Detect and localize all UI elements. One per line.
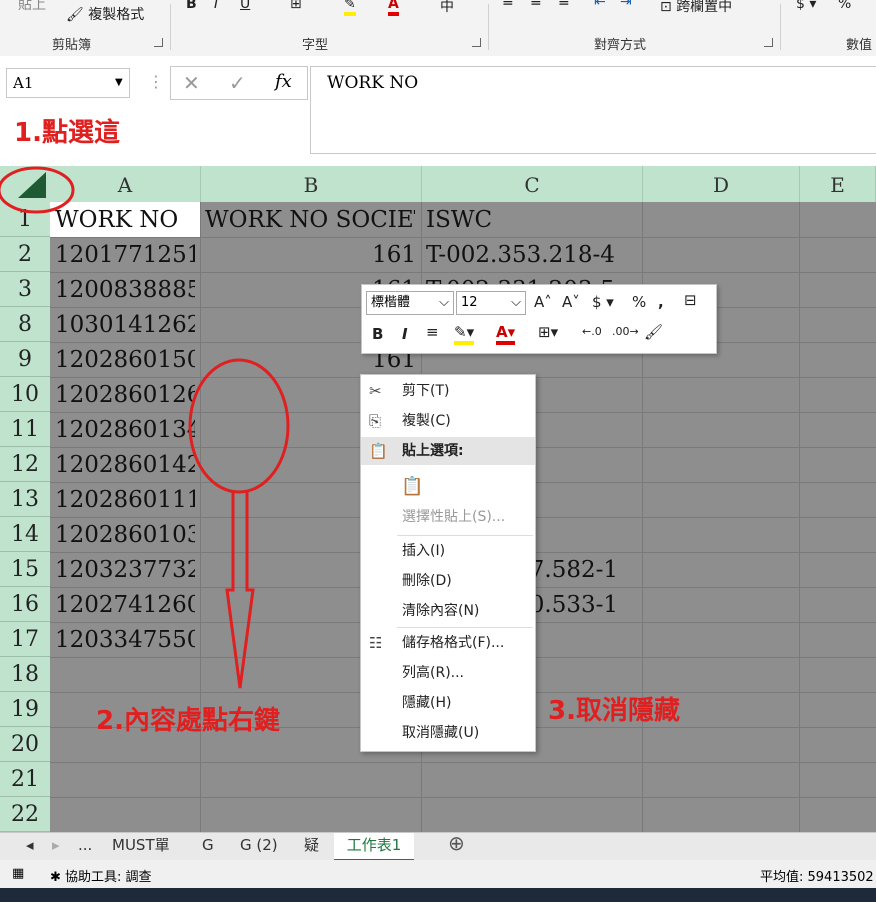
accessibility-status[interactable]: ✱ 協助工具: 調查 — [50, 866, 152, 885]
mini-toolbar: 標楷體 ⌵ 12 ⌵ A˄ A˅ $ ▾ % , ⊟ B I ≡ ✎▾ A▾ ⊞▾ … — [361, 284, 717, 354]
increase-decimal-icon[interactable]: ←.0 — [582, 325, 602, 338]
font-color-icon[interactable]: A▾ — [496, 323, 516, 345]
cell-mode-icon: ▦ — [12, 866, 25, 881]
shrink-font-icon[interactable]: A˅ — [562, 293, 580, 311]
menu-item-format-cells[interactable]: ☷ 儲存格格式(F)... — [361, 629, 535, 657]
menu-item-insert[interactable]: 插入(I) — [361, 537, 535, 565]
format-cells-icon: ☷ — [369, 634, 383, 652]
currency-icon[interactable]: $ ▾ — [592, 293, 614, 311]
accessibility-icon: ✱ — [50, 870, 61, 885]
menu-item-delete[interactable]: 刪除(D) — [361, 567, 535, 595]
italic-icon[interactable]: I — [402, 325, 408, 343]
chevron-down-icon: ⌵ — [511, 295, 521, 310]
context-menu: ✂ 剪下(T) ⎘ 複製(C) 📋 貼上選項: 📋 選擇性貼上(S)... 插入(I)… — [360, 374, 536, 752]
scroll-left-icon[interactable]: ◂ — [26, 833, 34, 859]
align-center-icon[interactable]: ≡ — [426, 323, 439, 341]
sheet-tab[interactable]: 疑 — [304, 833, 319, 859]
status-bar: ▦ ✱ 協助工具: 調查 平均值: 59413502 — [0, 860, 876, 888]
sheet-tab-bar: ◂ ▸ ... MUST單 G G (2) 疑 工作表1 ⊕ — [0, 831, 876, 862]
taskbar — [0, 888, 876, 902]
menu-item-paste-special[interactable]: 選擇性貼上(S)... — [361, 503, 535, 531]
annotation-step3: 3.取消隱藏 — [548, 696, 680, 726]
sheet-tab-active[interactable]: 工作表1 — [334, 833, 414, 862]
average-value: 平均值: 59413502 — [760, 870, 874, 885]
format-painter-icon[interactable]: 🖌 — [644, 323, 663, 341]
decrease-decimal-icon[interactable]: .00→ — [612, 325, 639, 338]
comma-icon[interactable]: , — [658, 293, 664, 311]
scissors-icon: ✂ — [369, 382, 382, 400]
scroll-right-icon[interactable]: ▸ — [52, 833, 60, 859]
paste-icon: 📋 — [401, 476, 424, 497]
sheet-tab[interactable]: G (2) — [240, 833, 278, 859]
sheet-tab[interactable]: ... — [78, 833, 92, 859]
menu-item-clear-contents[interactable]: 清除內容(N) — [361, 597, 535, 625]
annotation-step1: 1.點選這 — [14, 118, 120, 148]
menu-item-copy[interactable]: ⎘ 複製(C) — [361, 407, 535, 435]
fill-color-icon[interactable]: ✎▾ — [454, 323, 475, 345]
menu-item-unhide[interactable]: 取消隱藏(U) — [361, 719, 535, 747]
menu-item-row-height[interactable]: 列高(R)... — [361, 659, 535, 687]
paste-option[interactable]: 📋 — [361, 469, 535, 503]
bold-icon[interactable]: B — [372, 325, 383, 343]
wrap-text-icon[interactable]: ⊟ — [684, 291, 697, 309]
grow-font-icon[interactable]: A˄ — [534, 293, 552, 311]
percent-icon[interactable]: % — [632, 293, 646, 311]
add-sheet-icon[interactable]: ⊕ — [448, 831, 465, 857]
paste-options-header: 📋 貼上選項: — [361, 437, 535, 465]
menu-item-hide[interactable]: 隱藏(H) — [361, 689, 535, 717]
font-size-select[interactable]: 12 ⌵ — [456, 291, 526, 315]
menu-item-cut[interactable]: ✂ 剪下(T) — [361, 377, 535, 405]
annotation-step2: 2.內容處點右鍵 — [96, 706, 280, 736]
sheet-tab[interactable]: G — [202, 833, 214, 859]
clipboard-icon: 📋 — [369, 442, 388, 460]
border-icon[interactable]: ⊞▾ — [538, 323, 558, 341]
font-select[interactable]: 標楷體 ⌵ — [366, 291, 454, 315]
chevron-down-icon: ⌵ — [439, 295, 449, 310]
copy-icon: ⎘ — [369, 412, 382, 430]
sheet-tab[interactable]: MUST單 — [112, 833, 170, 859]
